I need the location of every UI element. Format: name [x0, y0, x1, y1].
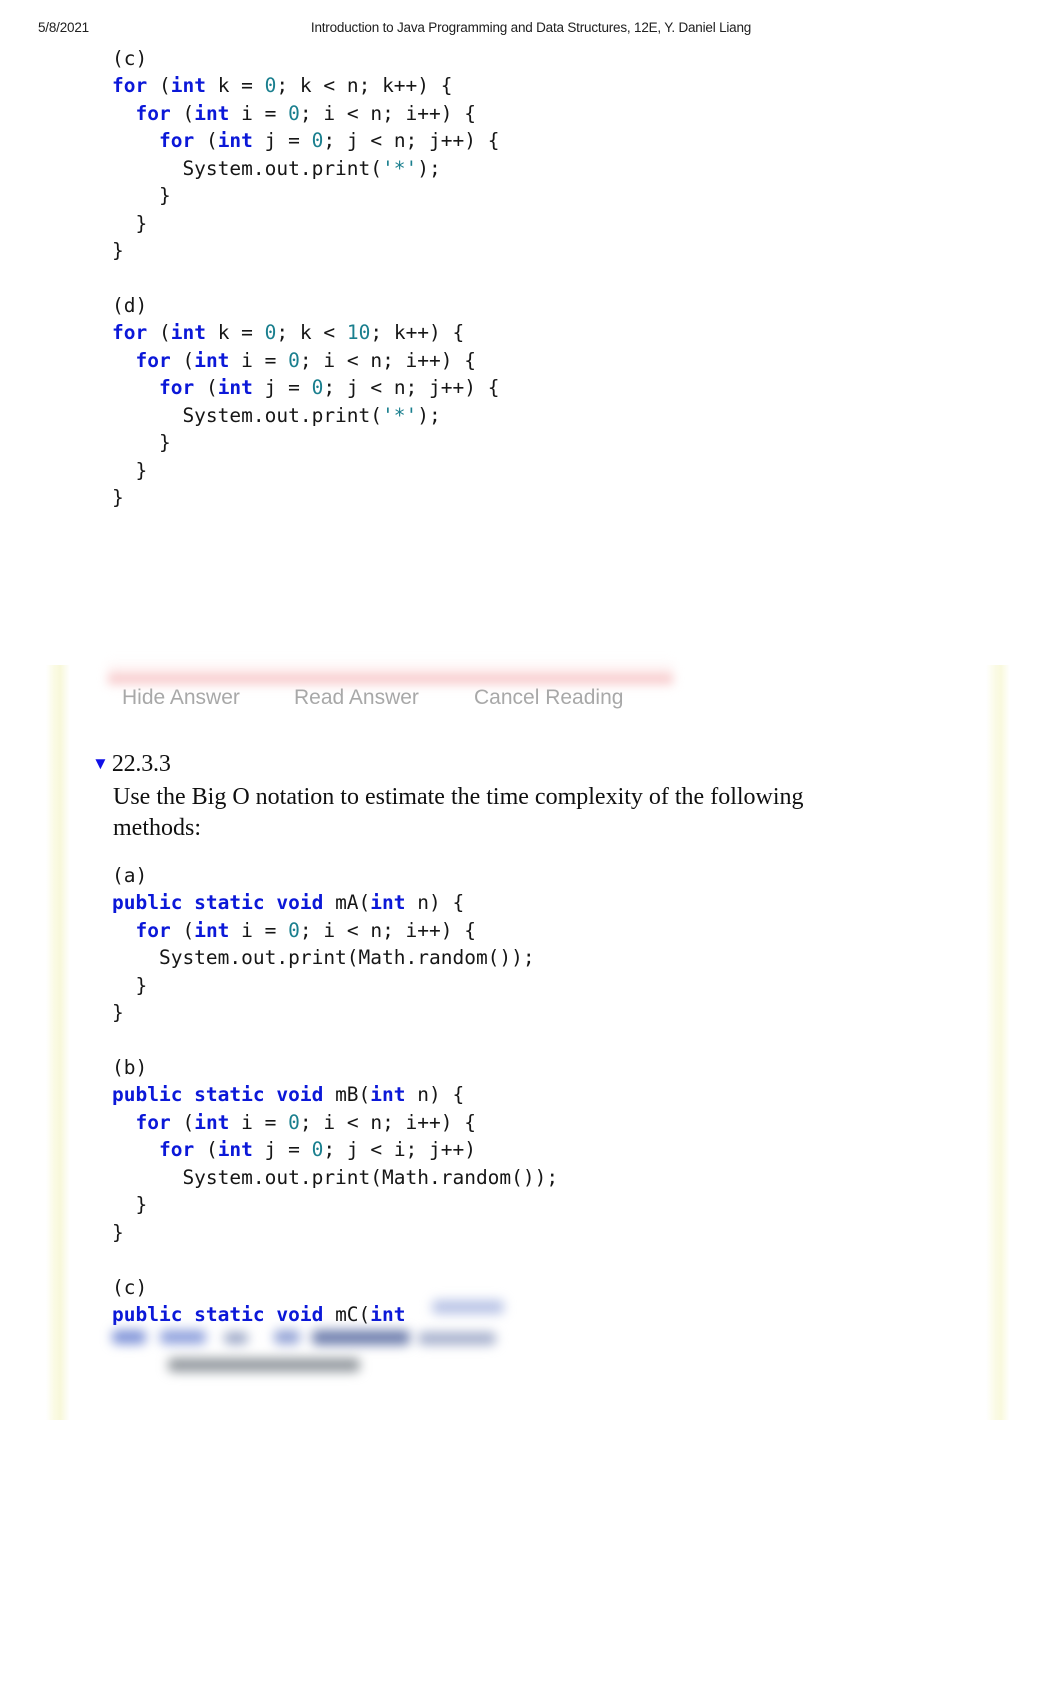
collapse-triangle-icon[interactable]: ▼	[92, 754, 109, 773]
code-block-a: public static void mA(int n) { for (int …	[112, 891, 535, 1024]
code-block-c-bottom-label: (c)	[112, 1276, 148, 1299]
code-block-c-bottom: public static void mC(int	[112, 1303, 406, 1326]
header-title: Introduction to Java Programming and Dat…	[310, 20, 752, 35]
code-block-b: public static void mB(int n) { for (int …	[112, 1083, 559, 1244]
code-block-d-top: for (int k = 0; k < 10; k++) { for (int …	[112, 321, 500, 509]
cancel-reading-link[interactable]: Cancel Reading	[474, 686, 623, 710]
hide-answer-link[interactable]: Hide Answer	[122, 686, 240, 710]
code-block-b-label: (b)	[112, 1056, 148, 1079]
code-block-c-top-label: (c)	[112, 47, 148, 70]
section-question-text: Use the Big O notation to estimate the t…	[113, 784, 804, 841]
code-block-d-top-label: (d)	[112, 294, 148, 317]
section-number: 22.3.3	[111, 751, 171, 777]
section-heading[interactable]: ▼ 22.3.3	[92, 749, 171, 779]
code-block-a-label: (a)	[112, 864, 148, 887]
read-answer-link[interactable]: Read Answer	[294, 686, 419, 710]
blurred-answer-banner	[108, 660, 673, 686]
page-margin-strip-right	[986, 665, 1010, 1420]
page-header: 5/8/2021 Introduction to Java Programmin…	[0, 20, 1062, 42]
code-block-c-top: for (int k = 0; k < n; k++) { for (int i…	[112, 74, 500, 262]
page-margin-strip-left	[46, 665, 70, 1420]
answer-actions: Hide Answer Read Answer Cancel Reading	[122, 686, 742, 720]
